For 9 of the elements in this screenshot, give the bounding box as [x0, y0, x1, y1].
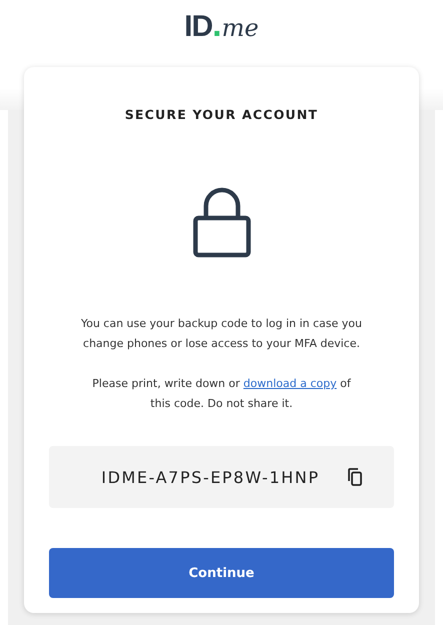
card-title: SECURE YOUR ACCOUNT — [124, 107, 318, 122]
backup-code: IDME-A7PS-EP8W-1HNP — [101, 468, 320, 486]
continue-button[interactable]: Continue — [49, 548, 394, 598]
logo: ID.me — [184, 8, 259, 45]
copy-icon[interactable] — [348, 468, 362, 486]
intro-text: You can use your backup code to log in in case you change phones or lose access to your MFA device. — [80, 316, 364, 352]
lock-icon — [192, 186, 250, 258]
instruction-text: Please print, write down or download a copy of this code. Do not share it. — [92, 376, 352, 412]
download-link[interactable]: download a copy — [243, 377, 337, 390]
